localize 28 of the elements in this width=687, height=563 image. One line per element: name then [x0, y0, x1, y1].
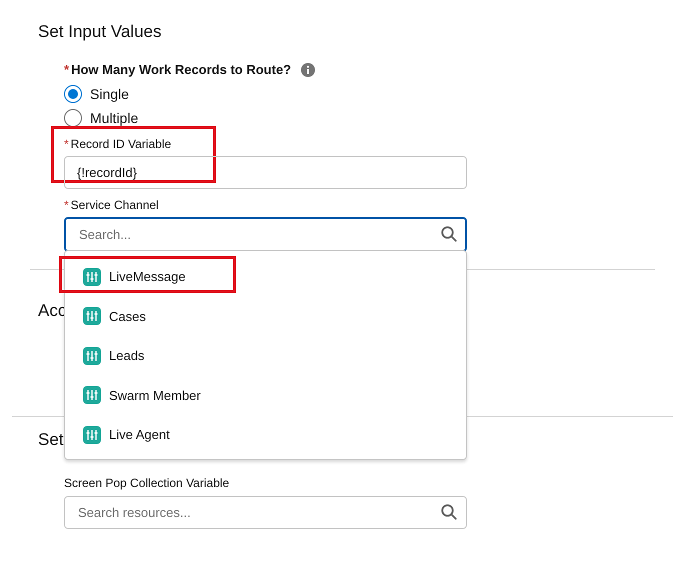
sliders-icon [83, 426, 101, 444]
dropdown-option[interactable]: Leads [65, 336, 466, 376]
sliders-icon [83, 307, 101, 326]
info-icon [301, 63, 316, 77]
required-asterisk: * [64, 197, 69, 213]
section-heading: Set [38, 429, 64, 451]
field-label: Screen Pop Collection Variable [64, 475, 230, 491]
field-label: Record ID Variable [70, 136, 172, 152]
sliders-icon [83, 268, 101, 286]
dropdown-option[interactable]: Live Agent [65, 415, 466, 454]
sliders-icon [83, 346, 101, 365]
dropdown-option[interactable]: Swarm Member [65, 376, 466, 415]
radio-button[interactable] [64, 85, 82, 103]
section-heading: Set Input Values [38, 21, 162, 43]
radio-button[interactable] [64, 109, 82, 127]
search-icon [440, 503, 458, 521]
field-label: Service Channel [70, 197, 159, 213]
dropdown-option[interactable]: Cases [65, 296, 466, 336]
search-field[interactable]: Search... [64, 217, 467, 252]
radio-option[interactable]: Single [64, 82, 129, 106]
search-icon [440, 225, 458, 243]
required-asterisk: * [64, 61, 70, 79]
input-field[interactable]: {!recordId} [64, 156, 467, 189]
sliders-icon [83, 386, 101, 404]
dropdown-option[interactable]: LiveMessage [65, 257, 466, 296]
radio-option[interactable]: Multiple [64, 106, 138, 130]
required-asterisk: * [64, 136, 69, 152]
field-label: How Many Work Records to Route? [71, 61, 292, 79]
